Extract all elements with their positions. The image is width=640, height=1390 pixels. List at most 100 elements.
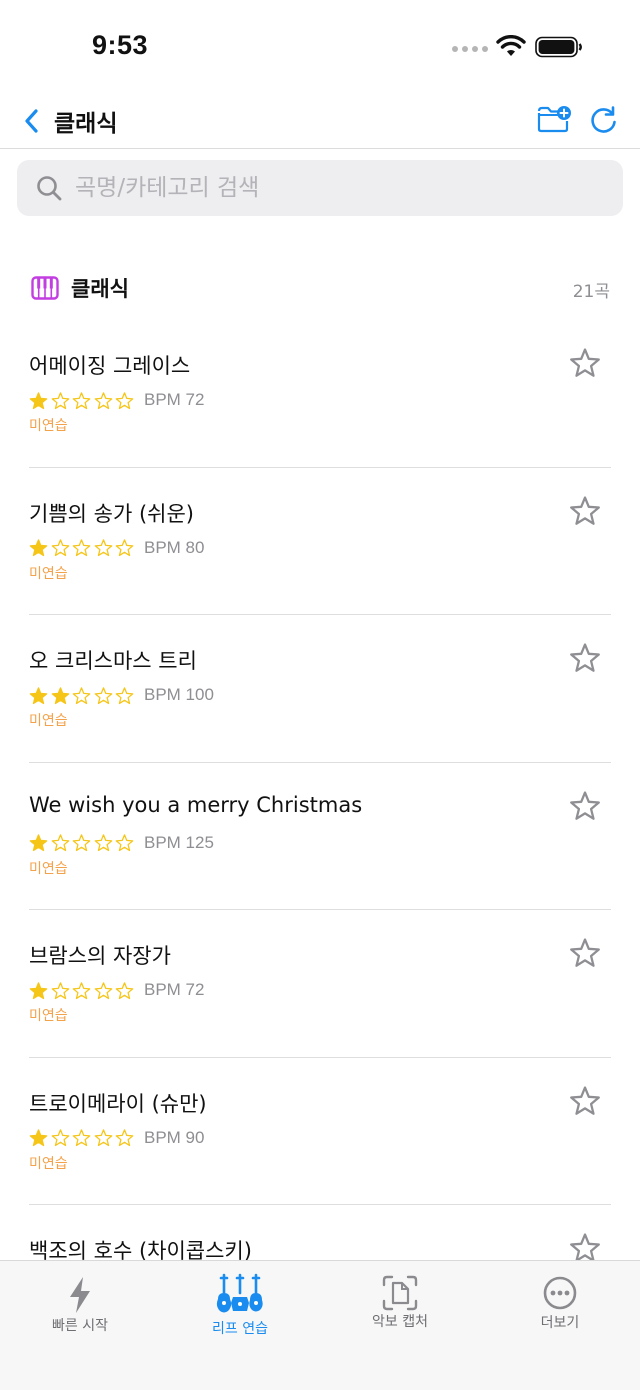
back-button[interactable]	[20, 106, 44, 136]
star-empty-icon	[51, 834, 69, 852]
song-title: 오 크리스마스 트리	[29, 649, 197, 673]
star-filled-icon	[51, 686, 69, 704]
favorite-star-button[interactable]	[569, 643, 601, 675]
bpm-label: BPM 100	[144, 685, 214, 704]
song-list-item[interactable]: 오 크리스마스 트리 BPM 100 미연습	[29, 615, 611, 763]
tab-more[interactable]: 더보기	[480, 1261, 640, 1361]
favorite-star-button[interactable]	[569, 1233, 601, 1260]
tab-label: 악보 캡처	[372, 1314, 428, 1330]
search-input[interactable]	[75, 160, 605, 216]
battery-icon	[535, 36, 582, 58]
song-list-item[interactable]: 어메이징 그레이스 BPM 72 미연습	[29, 320, 611, 468]
practice-status: 미연습	[29, 1008, 68, 1024]
practice-status: 미연습	[29, 565, 68, 582]
page-title: 클래식	[54, 111, 118, 137]
star-empty-icon	[72, 391, 91, 409]
star-filled-icon	[29, 686, 48, 704]
difficulty-rating	[29, 538, 137, 560]
tab-label: 리프 연습	[212, 1321, 268, 1337]
star-empty-icon	[94, 686, 113, 704]
bpm-label: BPM 72	[144, 390, 205, 409]
bpm-label: BPM 72	[144, 980, 205, 999]
practice-status: 미연습	[29, 860, 68, 877]
star-filled-icon	[29, 1129, 48, 1147]
tab-score-capture[interactable]: 악보 캡처	[320, 1261, 480, 1361]
star-empty-icon	[51, 391, 69, 409]
star-empty-icon	[94, 391, 113, 409]
star-filled-icon	[29, 981, 48, 999]
tab-label: 빠른 시작	[52, 1318, 108, 1334]
star-empty-icon	[116, 686, 134, 704]
star-filled-icon	[29, 539, 48, 557]
status-bar: 9:53	[0, 0, 640, 96]
star-empty-icon	[116, 391, 134, 409]
signal-icon	[452, 46, 488, 54]
bpm-label: BPM 90	[144, 1127, 205, 1147]
song-list-item[interactable]: We wish you a merry Christmas BPM 125 미연습	[29, 763, 611, 910]
difficulty-rating	[29, 390, 137, 412]
practice-status: 미연습	[29, 713, 68, 729]
star-empty-icon	[51, 1129, 69, 1147]
song-list-item[interactable]: 브람스의 자장가 BPM 72 미연습	[29, 910, 611, 1058]
favorite-star-button[interactable]	[569, 938, 601, 970]
star-empty-icon	[51, 981, 69, 999]
star-empty-icon	[94, 834, 113, 852]
song-list-item[interactable]: 트로이메라이 (슈만) BPM 90 미연습	[29, 1058, 611, 1205]
difficulty-rating	[29, 980, 137, 1002]
tab-label: 더보기	[540, 1315, 580, 1331]
song-count: 21곡	[572, 282, 610, 302]
navigation-bar: 클래식	[0, 96, 640, 149]
star-filled-icon	[29, 391, 48, 409]
star-empty-icon	[51, 539, 69, 557]
search-icon	[37, 176, 62, 201]
song-list-item[interactable]: 백조의 호수 (차이콥스키)	[29, 1205, 611, 1260]
star-empty-icon	[116, 1129, 134, 1147]
song-title: 트로이메라이 (슈만)	[29, 1091, 207, 1116]
favorite-star-button[interactable]	[569, 348, 601, 380]
section-title: 클래식	[71, 277, 129, 301]
bpm-label: BPM 125	[144, 832, 214, 852]
star-empty-icon	[94, 539, 113, 557]
piano-icon	[31, 276, 59, 300]
favorite-star-button[interactable]	[569, 1085, 601, 1118]
status-time: 9:53	[92, 30, 149, 60]
difficulty-rating	[29, 1128, 137, 1150]
star-empty-icon	[72, 981, 91, 999]
song-title: 브람스의 자장가	[29, 944, 171, 968]
song-title: 백조의 호수 (차이콥스키)	[29, 1239, 252, 1260]
guitars-icon	[216, 1273, 263, 1313]
tab-quick-start[interactable]: 빠른 시작	[0, 1261, 160, 1361]
refresh-button[interactable]	[588, 104, 620, 136]
difficulty-rating	[29, 685, 137, 707]
star-empty-icon	[94, 1129, 113, 1147]
bpm-label: BPM 80	[144, 537, 205, 557]
favorite-star-button[interactable]	[569, 495, 601, 528]
bolt-icon	[70, 1277, 90, 1313]
difficulty-rating	[29, 833, 137, 855]
song-list: 어메이징 그레이스 BPM 72 미연습 기쁨의 송가 (쉬운) BPM 80 미연습 오 …	[0, 320, 640, 1260]
star-empty-icon	[116, 834, 134, 852]
practice-status: 미연습	[29, 418, 68, 434]
star-filled-icon	[29, 834, 48, 852]
document-scan-icon	[382, 1275, 418, 1311]
tab-bar: 빠른 시작 리프 연습 악보 캡처 더보기	[0, 1260, 640, 1390]
star-empty-icon	[116, 539, 134, 557]
tab-riff-practice[interactable]: 리프 연습	[160, 1261, 320, 1361]
favorite-star-button[interactable]	[569, 790, 601, 823]
star-empty-icon	[116, 981, 134, 999]
practice-status: 미연습	[29, 1155, 68, 1172]
section-header: 클래식 21곡	[0, 268, 640, 308]
song-title: We wish you a merry Christmas	[29, 792, 363, 817]
star-empty-icon	[72, 539, 91, 557]
add-folder-button[interactable]	[536, 104, 572, 134]
search-bar	[17, 160, 623, 216]
more-icon	[543, 1276, 577, 1310]
star-empty-icon	[72, 834, 91, 852]
star-empty-icon	[94, 981, 113, 999]
song-title: 어메이징 그레이스	[29, 354, 191, 378]
star-empty-icon	[72, 686, 91, 704]
song-list-item[interactable]: 기쁨의 송가 (쉬운) BPM 80 미연습	[29, 468, 611, 615]
wifi-icon	[496, 35, 526, 56]
star-empty-icon	[72, 1129, 91, 1147]
song-title: 기쁨의 송가 (쉬운)	[29, 501, 194, 526]
